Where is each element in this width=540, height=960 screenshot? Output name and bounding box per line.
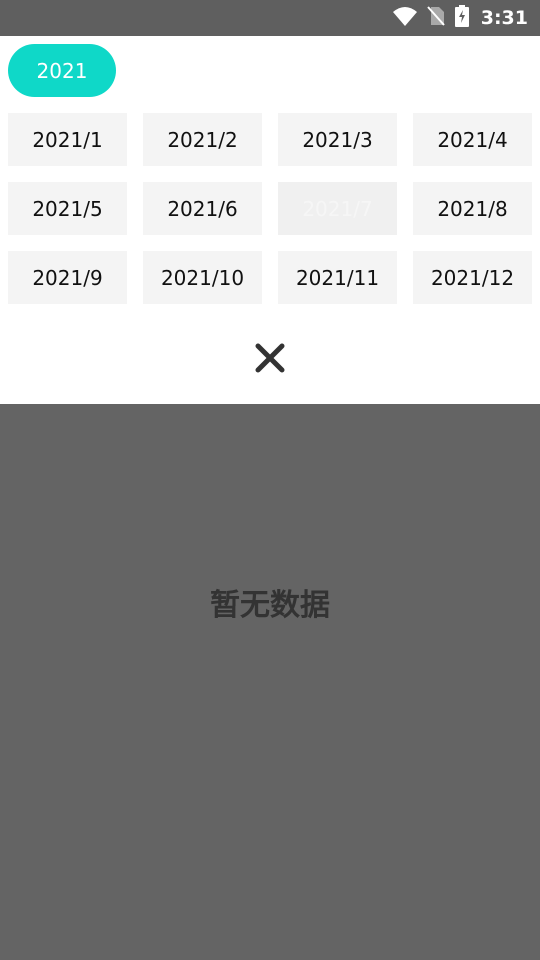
status-time: 3:31 (480, 7, 528, 29)
year-chip[interactable]: 2021 (8, 44, 116, 97)
month-cell[interactable]: 2021/8 (413, 182, 532, 235)
month-cell[interactable]: 2021/12 (413, 251, 532, 304)
close-icon (255, 343, 285, 373)
month-cell[interactable]: 2021/11 (278, 251, 397, 304)
month-grid: 2021/1 2021/2 2021/3 2021/4 2021/5 2021/6 2021… (8, 113, 532, 304)
wifi-icon (392, 6, 417, 30)
no-sim-icon (426, 6, 445, 30)
month-cell[interactable]: 2021/4 (413, 113, 532, 166)
month-cell[interactable]: 2021/2 (143, 113, 262, 166)
month-cell[interactable]: 2021/10 (143, 251, 262, 304)
status-icons: 3:31 (392, 0, 528, 36)
month-cell[interactable]: 2021/6 (143, 182, 262, 235)
status-bar: 3:31 (0, 0, 540, 36)
empty-state-text: 暂无数据 (210, 588, 330, 623)
month-cell[interactable]: 2021/3 (278, 113, 397, 166)
month-cell[interactable]: 2021/1 (8, 113, 127, 166)
month-picker-sheet: 2021 2021/1 2021/2 2021/3 2021/4 2021/5 2021/… (0, 36, 540, 404)
month-cell[interactable]: 2021/5 (8, 182, 127, 235)
battery-charging-icon (454, 5, 469, 31)
close-button[interactable] (252, 340, 288, 376)
month-cell[interactable]: 2021/9 (8, 251, 127, 304)
month-cell[interactable]: 2021/7 (278, 182, 397, 235)
